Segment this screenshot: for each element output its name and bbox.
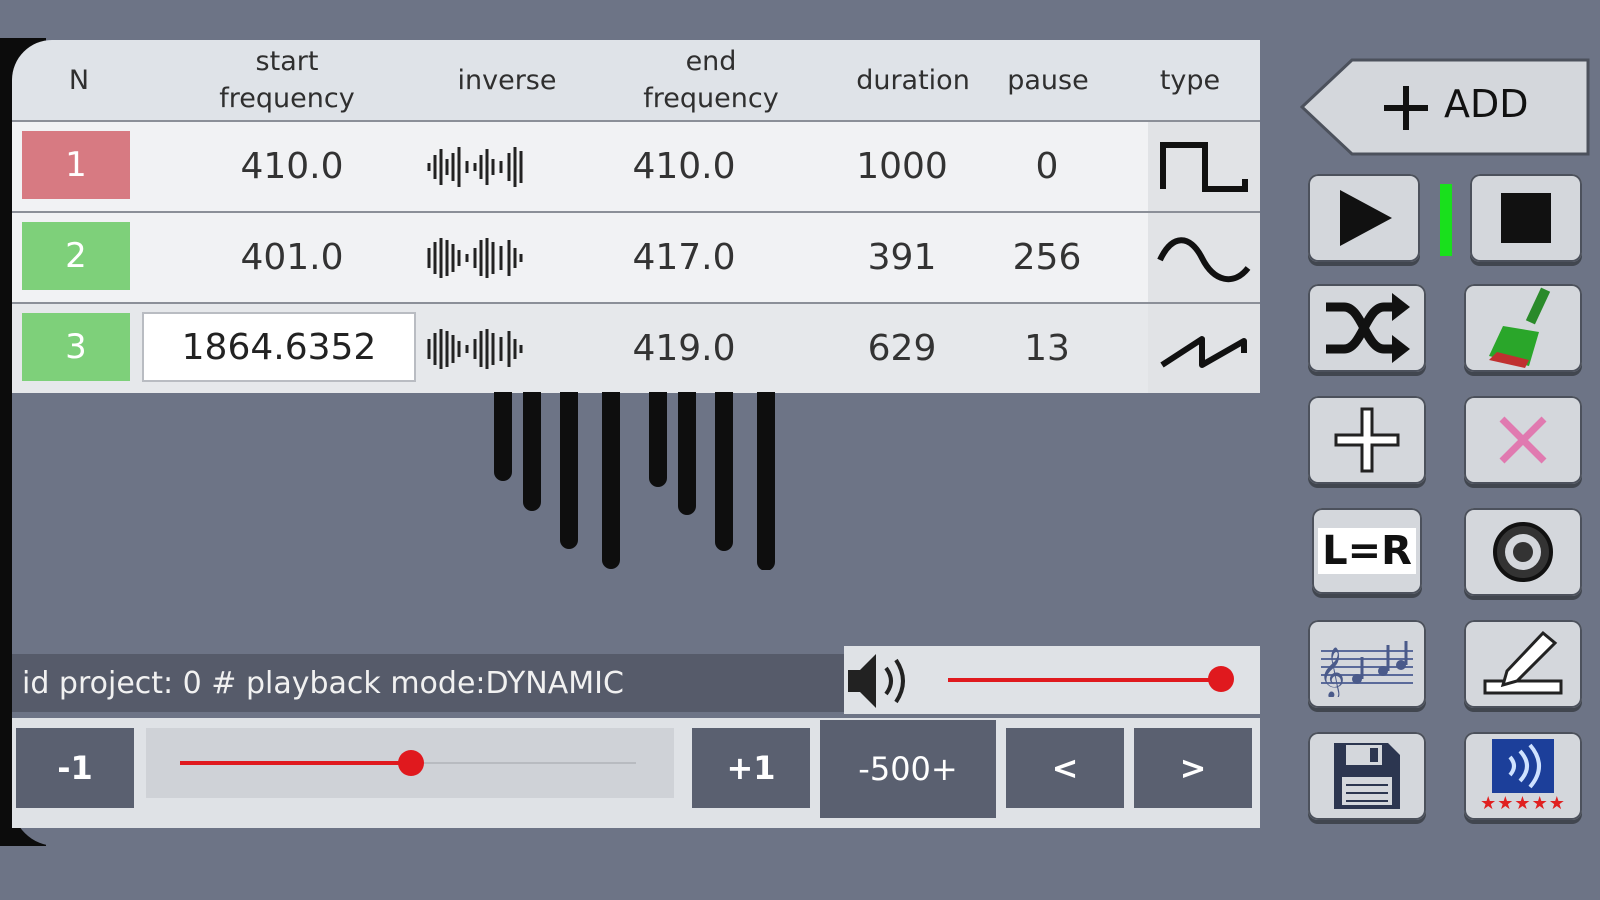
table-row[interactable]: 2 401.0 417.0 391 256 <box>12 211 1260 302</box>
pencil-icon <box>1483 630 1563 695</box>
header-n: N <box>68 64 90 96</box>
add-button-label: ADD <box>1444 82 1529 126</box>
volume-bar[interactable] <box>844 646 1260 714</box>
duration-cell[interactable]: 1000 <box>822 122 982 211</box>
delete-row-button[interactable] <box>1464 396 1582 484</box>
waveform-visualizer-icon <box>494 392 775 570</box>
type-cell[interactable] <box>1148 213 1260 302</box>
table-row[interactable]: 1 410.0 410.0 1000 0 <box>12 120 1260 211</box>
start-frequency-input[interactable]: 1864.6352 <box>142 312 416 382</box>
play-button[interactable] <box>1308 174 1420 262</box>
start-frequency-cell[interactable]: 401.0 <box>182 213 402 302</box>
square-wave-icon <box>1160 141 1248 192</box>
previous-button[interactable]: < <box>1006 728 1124 808</box>
edit-button[interactable] <box>1464 620 1582 708</box>
sheet-music-button[interactable]: 𝄞 <box>1308 620 1426 708</box>
lr-label: L=R <box>1318 528 1416 574</box>
plus-one-button[interactable]: +1 <box>692 728 810 808</box>
frequency-slider-thumb[interactable] <box>398 750 424 776</box>
broom-icon <box>1489 287 1551 368</box>
shuffle-icon <box>1326 293 1410 363</box>
close-icon <box>1499 416 1547 464</box>
end-frequency-cell[interactable]: 410.0 <box>584 122 784 211</box>
inverse-waveform-icon[interactable] <box>422 304 532 393</box>
plus-icon <box>1334 407 1400 473</box>
pause-cell[interactable]: 13 <box>992 304 1102 393</box>
type-cell[interactable] <box>1148 122 1260 211</box>
table-header: N start frequency inverse end frequency du… <box>12 40 1260 120</box>
header-pause: pause <box>1007 64 1089 96</box>
status-bar: id project: 0 # playback mode:DYNAMIC <box>12 654 844 712</box>
settings-button[interactable] <box>1464 508 1582 596</box>
next-button[interactable]: > <box>1134 728 1252 808</box>
volume-slider-thumb[interactable] <box>1208 666 1234 692</box>
save-button[interactable] <box>1308 732 1426 820</box>
inverse-waveform-icon[interactable] <box>422 122 532 211</box>
duration-cell[interactable]: 391 <box>822 213 982 302</box>
frequency-slider-fill <box>180 761 410 765</box>
row-number-badge[interactable]: 1 <box>22 131 130 199</box>
header-start-frequency: start frequency <box>219 46 355 114</box>
table-row[interactable]: 3 1864.6352 419.0 629 13 <box>12 302 1260 393</box>
rating-stars: ★★★★★ <box>1480 792 1566 814</box>
inverse-waveform-icon[interactable] <box>422 213 532 302</box>
header-type: type <box>1159 64 1221 96</box>
pause-cell[interactable]: 256 <box>992 213 1102 302</box>
row-number-badge[interactable]: 3 <box>22 313 130 381</box>
row-number-badge[interactable]: 2 <box>22 222 130 290</box>
shuffle-button[interactable] <box>1308 284 1426 372</box>
music-notes-icon: 𝄞 <box>1319 641 1413 697</box>
stop-button[interactable] <box>1470 174 1582 262</box>
frequency-slider[interactable] <box>146 728 674 798</box>
lr-sync-button[interactable]: L=R <box>1312 508 1422 594</box>
speaker-icon <box>848 654 905 708</box>
sine-wave-icon <box>1157 236 1251 282</box>
minus-one-button[interactable]: -1 <box>16 728 134 808</box>
frequency-slider-rest <box>410 762 636 764</box>
playback-indicator-led <box>1440 184 1452 256</box>
stop-icon <box>1501 193 1551 243</box>
tone-table: N start frequency inverse end frequency du… <box>12 40 1260 393</box>
header-duration: duration <box>856 64 970 96</box>
play-icon <box>1340 190 1392 246</box>
start-frequency-cell[interactable]: 410.0 <box>182 122 402 211</box>
rate-app-button[interactable]: ★★★★★ <box>1464 732 1582 820</box>
floppy-disk-icon <box>1334 743 1400 809</box>
sawtooth-wave-icon <box>1160 335 1247 368</box>
pause-cell[interactable]: 0 <box>992 122 1102 211</box>
duration-cell[interactable]: 629 <box>822 304 982 393</box>
type-cell[interactable] <box>1148 304 1260 393</box>
step-500-button[interactable]: -500+ <box>820 720 996 818</box>
end-frequency-cell[interactable]: 417.0 <box>584 213 784 302</box>
plus-icon <box>1384 86 1428 130</box>
header-end-frequency: end frequency <box>643 46 779 114</box>
add-row-button[interactable] <box>1308 396 1426 484</box>
volume-slider-track[interactable] <box>948 678 1220 682</box>
end-frequency-cell[interactable]: 419.0 <box>584 304 784 393</box>
svg-text:𝄞: 𝄞 <box>1319 647 1345 697</box>
add-button[interactable]: ADD <box>1300 58 1592 156</box>
sound-wave-icon <box>1492 738 1554 793</box>
gear-icon <box>1493 522 1553 582</box>
header-inverse: inverse <box>457 64 557 96</box>
bottom-controls: -1 +1 -500+ < > <box>12 718 1260 828</box>
clear-button[interactable] <box>1464 284 1582 372</box>
